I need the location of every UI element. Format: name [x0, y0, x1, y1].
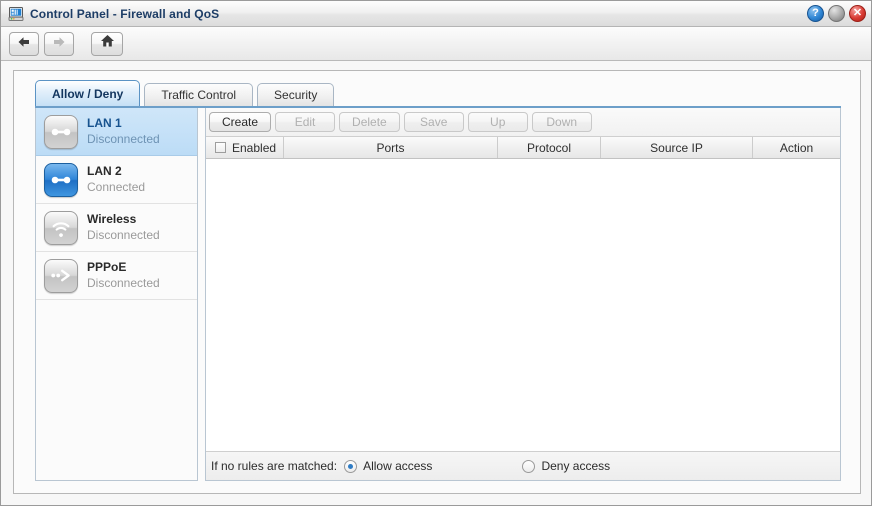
- tab-security[interactable]: Security: [257, 83, 335, 106]
- column-label: Enabled: [232, 140, 277, 155]
- forward-button[interactable]: [44, 31, 74, 56]
- content-frame: Allow / Deny Traffic Control Security LA…: [13, 70, 861, 494]
- lan-icon: [44, 114, 78, 149]
- interface-status: Connected: [87, 179, 146, 194]
- sidebar-item-lan-2[interactable]: LAN 2 Connected: [36, 156, 197, 204]
- column-header-action[interactable]: Action: [753, 137, 840, 158]
- wifi-icon: [44, 210, 78, 245]
- column-header-protocol[interactable]: Protocol: [498, 137, 601, 158]
- tab-strip: Allow / Deny Traffic Control Security: [35, 80, 338, 106]
- radio-button[interactable]: [522, 459, 536, 473]
- column-label: Protocol: [526, 140, 572, 155]
- select-all-checkbox[interactable]: [215, 142, 226, 153]
- tab-panel: LAN 1 Disconnected LAN 2 Connected Wirel…: [35, 106, 841, 481]
- control-panel-icon: [8, 6, 24, 22]
- title-bar: Control Panel - Firewall and QoS ? ✕: [1, 1, 871, 27]
- button-label: Edit: [294, 115, 316, 129]
- move-up-button[interactable]: Up: [467, 112, 528, 132]
- radio-button[interactable]: [344, 459, 358, 473]
- forward-arrow-icon: [52, 35, 66, 53]
- column-label: Source IP: [650, 140, 703, 155]
- button-label: Save: [420, 115, 448, 129]
- radio-label: Allow access: [363, 459, 433, 473]
- home-icon: [100, 34, 115, 53]
- save-button[interactable]: Save: [403, 112, 464, 132]
- tab-label: Allow / Deny: [52, 86, 124, 101]
- interface-name: PPPoE: [87, 259, 127, 274]
- interface-name: LAN 2: [87, 163, 122, 178]
- tab-allow-deny[interactable]: Allow / Deny: [35, 80, 141, 106]
- back-arrow-icon: [17, 35, 31, 53]
- tab-label: Security: [274, 88, 318, 102]
- button-label: Down: [546, 115, 578, 129]
- table-header: Enabled Ports Protocol Source IP Action: [206, 137, 840, 159]
- rules-table-body[interactable]: [206, 159, 840, 451]
- sidebar-item-wireless[interactable]: Wireless Disconnected: [36, 204, 197, 252]
- back-button[interactable]: [9, 31, 39, 56]
- close-button[interactable]: ✕: [849, 5, 866, 22]
- radio-deny-access[interactable]: Deny access: [522, 459, 610, 473]
- control-panel-window: Control Panel - Firewall and QoS ? ✕ All…: [0, 0, 872, 506]
- sidebar-item-pppoe[interactable]: PPPoE Disconnected: [36, 252, 197, 300]
- navigation-bar: [1, 27, 871, 61]
- help-icon: ?: [812, 6, 819, 19]
- default-policy-label: If no rules are matched:: [211, 459, 338, 473]
- sidebar-item-lan-1[interactable]: LAN 1 Disconnected: [36, 108, 197, 156]
- column-label: Action: [779, 140, 814, 155]
- home-button[interactable]: [91, 31, 123, 56]
- window-controls: ? ✕: [807, 5, 866, 22]
- interface-name: Wireless: [87, 211, 137, 226]
- window-title: Control Panel - Firewall and QoS: [30, 6, 220, 21]
- interface-status: Disconnected: [87, 275, 160, 290]
- edit-button[interactable]: Edit: [275, 112, 336, 132]
- close-icon: ✕: [852, 6, 863, 19]
- default-policy-bar: If no rules are matched: Allow access De…: [206, 451, 840, 480]
- pppoe-icon: [44, 258, 78, 293]
- move-down-button[interactable]: Down: [531, 112, 592, 132]
- radio-allow-access[interactable]: Allow access: [344, 459, 432, 473]
- lan-icon: [44, 162, 78, 197]
- interface-name: LAN 1: [87, 115, 122, 130]
- column-header-ports[interactable]: Ports: [284, 137, 498, 158]
- button-label: Up: [490, 115, 506, 129]
- interface-list: LAN 1 Disconnected LAN 2 Connected Wirel…: [35, 108, 198, 481]
- rules-pane: Create Edit Delete Save Up Down Enabled …: [205, 108, 841, 481]
- tab-traffic-control[interactable]: Traffic Control: [144, 83, 254, 106]
- rules-toolbar: Create Edit Delete Save Up Down: [206, 108, 840, 137]
- column-header-source-ip[interactable]: Source IP: [601, 137, 753, 158]
- tab-label: Traffic Control: [161, 88, 237, 102]
- interface-status: Disconnected: [87, 131, 160, 146]
- button-label: Delete: [352, 115, 387, 129]
- button-label: Create: [222, 115, 259, 129]
- interface-status: Disconnected: [87, 227, 160, 242]
- help-button[interactable]: ?: [807, 5, 824, 22]
- column-label: Ports: [376, 140, 405, 155]
- minimize-button[interactable]: [828, 5, 845, 22]
- create-button[interactable]: Create: [209, 112, 272, 132]
- radio-label: Deny access: [541, 459, 611, 473]
- column-header-enabled[interactable]: Enabled: [206, 137, 284, 158]
- delete-button[interactable]: Delete: [339, 112, 400, 132]
